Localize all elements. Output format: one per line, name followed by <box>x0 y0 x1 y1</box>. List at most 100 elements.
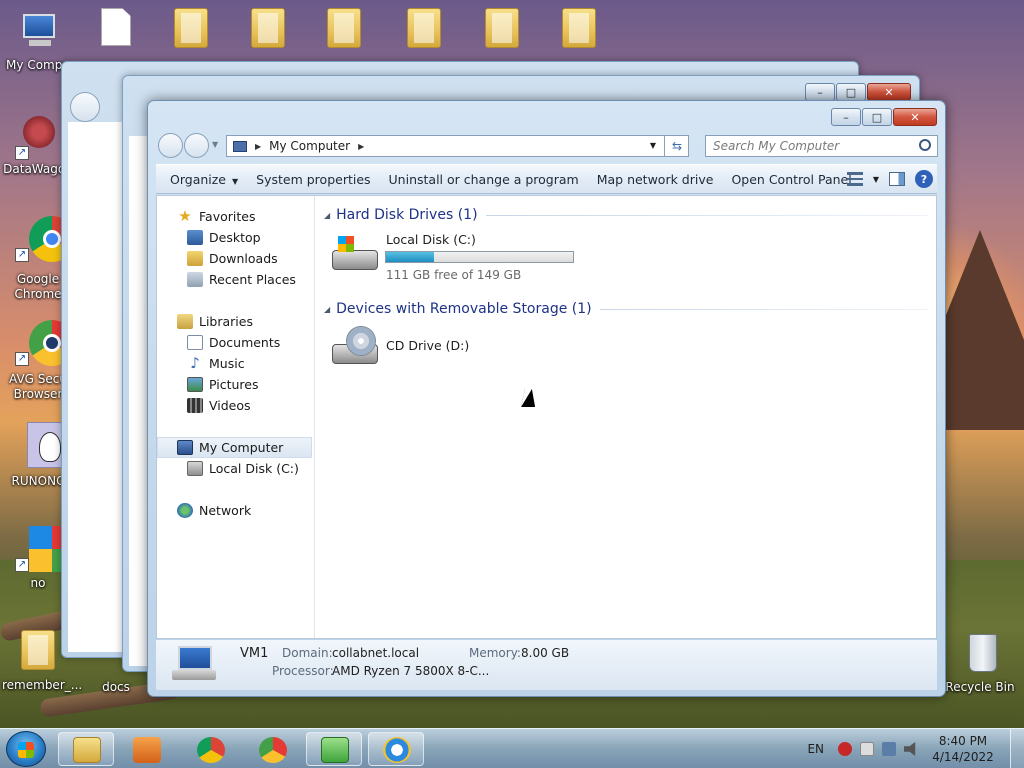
navigation-bar: ▼ ▶ My Computer ▶ ▼ ⇆ Search My Computer <box>156 132 938 158</box>
refresh-button[interactable]: ⇆ <box>664 135 689 157</box>
close-button[interactable]: ✕ <box>893 108 937 126</box>
computer-icon <box>15 10 61 56</box>
drive-cd-d[interactable]: CD Drive (D:) <box>332 318 936 374</box>
nav-downloads[interactable]: Downloads <box>157 248 314 269</box>
search-input[interactable]: Search My Computer <box>705 135 938 157</box>
nav-libraries[interactable]: Libraries <box>157 311 314 332</box>
nav-pictures[interactable]: Pictures <box>157 374 314 395</box>
desktop-folder-icon[interactable] <box>543 8 615 56</box>
antivirus-icon[interactable] <box>838 742 852 756</box>
nav-videos[interactable]: Videos <box>157 395 314 416</box>
back-arrow-icon[interactable] <box>70 92 100 122</box>
nav-desktop[interactable]: Desktop <box>157 227 314 248</box>
shortcut-arrow-icon: ↗ <box>15 352 29 366</box>
avg-browser-icon: ↗ <box>15 320 75 366</box>
action-center-icon[interactable] <box>860 742 874 756</box>
help-icon[interactable]: ? <box>915 170 933 188</box>
language-indicator[interactable]: EN <box>807 742 824 756</box>
nav-favorites[interactable]: ★ Favorites <box>157 206 314 227</box>
taskbar-explorer-button[interactable] <box>58 732 114 766</box>
recycle-bin-icon <box>957 632 1003 678</box>
address-bar[interactable]: ▶ My Computer ▶ ▼ <box>226 135 689 157</box>
breadcrumb-my-computer[interactable]: My Computer <box>269 139 350 153</box>
processor-value: AMD Ryzen 7 5800X 8-C... <box>332 664 490 678</box>
breadcrumb-arrow-icon[interactable]: ▶ <box>358 142 364 151</box>
notepad-icon <box>321 737 349 763</box>
chevron-down-icon: ▼ <box>232 176 239 186</box>
film-strip-icon <box>187 398 203 413</box>
desktop-icon <box>187 230 203 245</box>
desktop-icon-docs[interactable]: docs <box>80 680 152 695</box>
preview-pane-icon[interactable] <box>889 172 905 186</box>
forward-button[interactable] <box>184 133 209 158</box>
libraries-icon <box>177 314 193 329</box>
nav-network[interactable]: Network <box>157 500 314 521</box>
content-pane[interactable]: ◢ Hard Disk Drives (1) Local Disk (C:) 1… <box>316 196 936 638</box>
system-tray: EN 8:40 PM 4/14/2022 <box>807 729 1024 768</box>
pictures-icon <box>187 377 203 392</box>
cd-drive-icon <box>332 326 378 364</box>
disk-usage-fill <box>386 252 434 262</box>
documents-icon <box>187 335 203 350</box>
desktop-folder-icon[interactable] <box>155 8 227 56</box>
nav-recent-places[interactable]: Recent Places <box>157 269 314 290</box>
minimize-button[interactable]: – <box>831 108 861 126</box>
address-dropdown-icon[interactable]: ▼ <box>650 141 656 150</box>
nav-local-disk-c[interactable]: Local Disk (C:) <box>157 458 314 479</box>
datawagon-icon: ↗ <box>15 114 61 160</box>
chrome-icon: ↗ <box>15 216 75 262</box>
folder-icon <box>73 737 101 763</box>
mouse-cursor-icon <box>521 389 539 407</box>
desktop-folder-icon[interactable] <box>466 8 538 56</box>
desktop-folder-icon[interactable] <box>308 8 380 56</box>
desktop-icon-recycle-bin[interactable]: Recycle Bin <box>940 632 1020 695</box>
group-header-hard-disk-drives[interactable]: ◢ Hard Disk Drives (1) <box>324 206 936 224</box>
open-control-panel-button[interactable]: Open Control Panel <box>722 172 860 187</box>
music-note-icon: ♪ <box>190 354 200 372</box>
group-header-removable-storage[interactable]: ◢ Devices with Removable Storage (1) <box>324 300 936 318</box>
desktop-folder-icon[interactable] <box>388 8 460 56</box>
close-button[interactable]: ✕ <box>867 83 911 101</box>
avast-icon: ↗ <box>15 526 75 572</box>
taskbar-media-player-button[interactable] <box>118 732 174 766</box>
clock[interactable]: 8:40 PM 4/14/2022 <box>926 733 1000 765</box>
back-button[interactable] <box>158 133 183 158</box>
start-button[interactable] <box>6 731 46 767</box>
downloads-icon <box>187 251 203 266</box>
network-globe-icon <box>177 503 193 518</box>
uninstall-program-button[interactable]: Uninstall or change a program <box>380 172 588 187</box>
change-view-icon[interactable] <box>846 172 863 186</box>
recent-places-icon <box>187 272 203 287</box>
collapse-triangle-icon[interactable]: ◢ <box>324 305 330 314</box>
explorer-body: ★ Favorites Desktop Downloads Recent Plac… <box>156 195 937 639</box>
taskbar-ie-button[interactable] <box>368 732 424 766</box>
nav-my-computer[interactable]: My Computer <box>157 437 312 458</box>
organize-button[interactable]: Organize ▼ <box>156 172 247 187</box>
nav-music[interactable]: ♪ Music <box>157 353 314 374</box>
navigation-pane[interactable]: ★ Favorites Desktop Downloads Recent Plac… <box>157 196 315 638</box>
minimize-button[interactable]: – <box>805 83 835 101</box>
system-properties-button[interactable]: System properties <box>247 172 379 187</box>
map-network-drive-button[interactable]: Map network drive <box>588 172 723 187</box>
desktop-file-icon[interactable] <box>80 8 152 56</box>
explorer-window[interactable]: – □ ✕ ▼ ▶ My Computer ▶ ▼ ⇆ Search My Co… <box>147 100 946 697</box>
taskbar-avg-browser-button[interactable] <box>244 732 300 766</box>
show-desktop-button[interactable] <box>1010 729 1024 768</box>
maximize-button[interactable]: □ <box>862 108 892 126</box>
desktop-folder-icon[interactable] <box>232 8 304 56</box>
search-icon[interactable] <box>919 139 931 151</box>
memory-label: Memory: <box>469 646 521 660</box>
bunny-icon <box>15 422 73 468</box>
maximize-button[interactable]: □ <box>836 83 866 101</box>
breadcrumb-arrow-icon[interactable]: ▶ <box>255 142 261 151</box>
taskbar-notepad-button[interactable] <box>306 732 362 766</box>
collapse-triangle-icon[interactable]: ◢ <box>324 211 330 220</box>
processor-label: Processor: <box>272 664 334 678</box>
taskbar-chrome-button[interactable] <box>182 732 238 766</box>
view-options-chevron-icon[interactable]: ▼ <box>873 175 879 184</box>
drive-local-disk-c[interactable]: Local Disk (C:) 111 GB free of 149 GB <box>332 224 936 288</box>
network-icon[interactable] <box>882 742 896 756</box>
recent-pages-chevron-icon[interactable]: ▼ <box>212 140 218 149</box>
nav-documents[interactable]: Documents <box>157 332 314 353</box>
volume-icon[interactable] <box>904 742 916 756</box>
